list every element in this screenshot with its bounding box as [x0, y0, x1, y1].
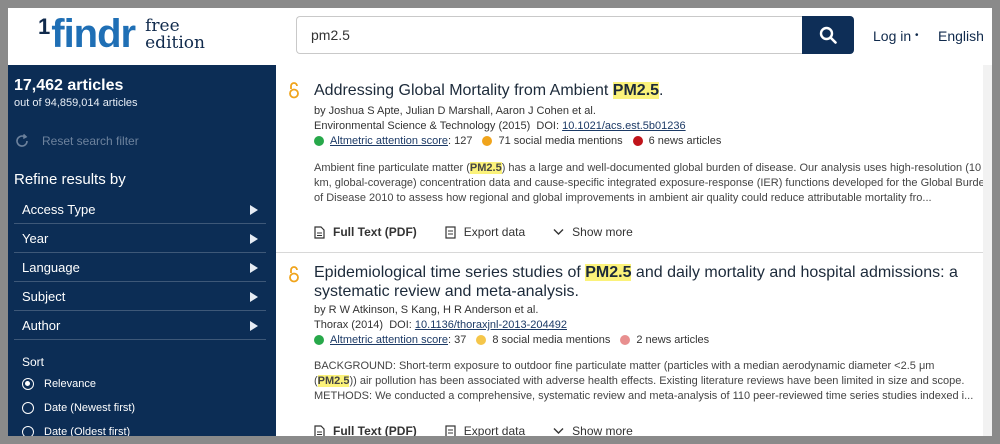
- logo-prefix: 1: [38, 14, 51, 39]
- altmetric-link[interactable]: Altmetric attention score: [330, 135, 448, 147]
- filter-language[interactable]: Language: [14, 254, 266, 282]
- show-more-button[interactable]: Show more: [553, 225, 633, 239]
- search-button[interactable]: [802, 16, 854, 54]
- app-frame: 1 findr free edition Log in • English 17…: [8, 8, 992, 436]
- sort-relevance[interactable]: Relevance: [22, 378, 96, 390]
- sort-newest[interactable]: Date (Newest first): [22, 402, 135, 414]
- full-text-button[interactable]: Full Text (PDF): [314, 225, 417, 239]
- sidebar: 17,462 articles out of 94,859,014 articl…: [8, 65, 276, 436]
- export-icon: [445, 424, 456, 436]
- filter-access-type[interactable]: Access Type: [14, 196, 266, 224]
- doi-link[interactable]: 10.1021/acs.est.5b01236: [562, 120, 686, 132]
- result-authors: by Joshua S Apte, Julian D Marshall, Aar…: [314, 105, 596, 117]
- refresh-icon: [16, 133, 28, 147]
- result-divider: [276, 252, 992, 253]
- scrollbar[interactable]: [983, 65, 992, 436]
- altmetric-dot-icon: [314, 335, 324, 345]
- logo[interactable]: 1 findr free edition: [38, 14, 205, 54]
- caret-right-icon: [250, 233, 258, 244]
- show-more-button[interactable]: Show more: [553, 424, 633, 436]
- result-count: 17,462 articles: [14, 77, 124, 94]
- result-abstract: Ambient fine particulate matter (PM2.5) …: [314, 162, 991, 204]
- social-dot-icon: [482, 136, 493, 146]
- header: 1 findr free edition Log in • English: [8, 8, 992, 65]
- login-link[interactable]: Log in: [873, 28, 911, 44]
- filter-year[interactable]: Year: [14, 225, 266, 253]
- header-separator: •: [915, 30, 919, 41]
- document-icon: [314, 424, 325, 436]
- reset-filter-button[interactable]: Reset search filter: [14, 133, 139, 149]
- language-selector[interactable]: English: [938, 28, 984, 44]
- filter-subject[interactable]: Subject: [14, 283, 266, 311]
- search-icon: [819, 26, 837, 44]
- open-access-icon: [289, 266, 299, 283]
- doi-link[interactable]: 10.1136/thoraxjnl-2013-204492: [415, 319, 567, 331]
- caret-right-icon: [250, 291, 258, 302]
- result-metrics: Altmetric attention score: 37 8 social m…: [314, 334, 719, 346]
- social-dot-icon: [476, 335, 487, 345]
- caret-right-icon: [250, 262, 258, 273]
- altmetric-link[interactable]: Altmetric attention score: [330, 334, 448, 346]
- radio-icon: [22, 402, 34, 414]
- chevron-down-icon: [553, 229, 564, 235]
- open-access-icon: [289, 82, 299, 99]
- news-dot-icon: [632, 136, 643, 146]
- result-journal: Environmental Science & Technology (2015…: [314, 120, 686, 132]
- result-journal: Thorax (2014) DOI: 10.1136/thoraxjnl-201…: [314, 319, 567, 331]
- result-authors: by R W Atkinson, S Kang, H R Anderson et…: [314, 304, 539, 316]
- logo-name: findr: [51, 12, 136, 56]
- result-actions: Full Text (PDF) Export data Show more: [314, 225, 661, 239]
- export-data-button[interactable]: Export data: [445, 424, 525, 436]
- result-metrics: Altmetric attention score: 127 71 social…: [314, 135, 731, 147]
- logo-edition: free edition: [145, 16, 205, 53]
- full-text-button[interactable]: Full Text (PDF): [314, 424, 417, 436]
- total-count: out of 94,859,014 articles: [14, 97, 138, 109]
- export-data-button[interactable]: Export data: [445, 225, 525, 239]
- sort-title: Sort: [22, 355, 45, 369]
- search-input[interactable]: [296, 16, 803, 54]
- radio-icon: [22, 426, 34, 436]
- news-dot-icon: [620, 335, 631, 345]
- result-actions: Full Text (PDF) Export data Show more: [314, 424, 661, 436]
- result-title[interactable]: Addressing Global Mortality from Ambient…: [314, 81, 974, 100]
- export-icon: [445, 225, 456, 239]
- result-title[interactable]: Epidemiological time series studies of P…: [314, 263, 974, 301]
- altmetric-dot-icon: [314, 136, 324, 146]
- results-list: Addressing Global Mortality from Ambient…: [276, 65, 992, 436]
- caret-right-icon: [250, 204, 258, 215]
- caret-right-icon: [250, 320, 258, 331]
- radio-selected-icon: [22, 378, 34, 390]
- filter-author[interactable]: Author: [14, 312, 266, 340]
- refine-title: Refine results by: [14, 171, 126, 188]
- chevron-down-icon: [553, 428, 564, 434]
- result-abstract: BACKGROUND: Short-term exposure to outdo…: [314, 360, 974, 402]
- document-icon: [314, 225, 325, 239]
- sort-oldest[interactable]: Date (Oldest first): [22, 426, 130, 436]
